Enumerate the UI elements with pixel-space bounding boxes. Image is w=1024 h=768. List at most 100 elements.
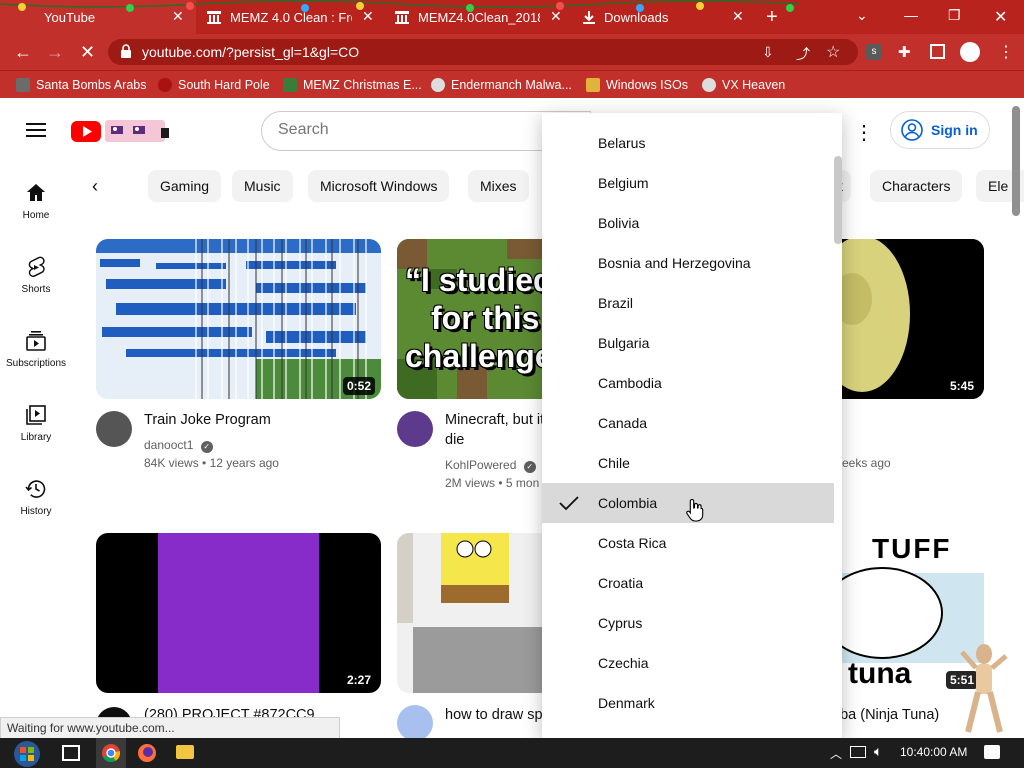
country-option[interactable]: Bulgaria [542, 323, 834, 363]
country-option[interactable]: Belarus [542, 123, 834, 163]
settings-kebab-icon[interactable]: ⋮ [854, 120, 874, 145]
lock-icon[interactable] [120, 44, 132, 58]
home-icon [25, 182, 47, 204]
forward-icon[interactable]: → [46, 42, 64, 63]
bookmark-item[interactable]: MEMZ Christmas E... [283, 71, 422, 99]
minimize-icon[interactable]: — [904, 7, 918, 23]
hand-pointer-cursor-icon [686, 498, 704, 522]
chips-left-arrow-icon[interactable]: ‹ [92, 176, 98, 197]
country-option[interactable]: Bosnia and Herzegovina [542, 243, 834, 283]
back-icon[interactable]: ← [14, 42, 32, 63]
country-option[interactable]: Brazil [542, 283, 834, 323]
video-thumbnail[interactable]: 2:27 [96, 533, 381, 693]
task-view-icon[interactable] [62, 745, 80, 761]
country-option[interactable]: Belgium [542, 163, 834, 203]
chip-music[interactable]: Music [232, 170, 293, 202]
chip-mixes[interactable]: Mixes [468, 170, 529, 202]
bookmark-item[interactable]: Endermanch Malwa... [431, 71, 572, 99]
extension-s-icon[interactable]: s [866, 44, 882, 60]
chip-microsoft-windows[interactable]: Microsoft Windows [308, 170, 450, 202]
restore-icon[interactable]: ❐ [948, 7, 961, 24]
tray-chevron-icon[interactable]: ︿ [830, 745, 842, 762]
sidebar-item-library[interactable]: Library [0, 398, 72, 472]
history-icon [25, 478, 47, 500]
bookmark-item[interactable]: Santa Bombs Arabs [16, 71, 146, 99]
country-option[interactable]: Cambodia [542, 363, 834, 403]
sidebar-item-subscriptions[interactable]: Subscriptions [0, 324, 72, 398]
country-option[interactable]: Czechia [542, 643, 834, 683]
video-title[interactable]: (280) PROJECT #872CC9 [144, 705, 344, 717]
side-panel-icon[interactable] [930, 44, 945, 59]
close-window-icon[interactable]: ✕ [994, 7, 1007, 27]
start-button-icon[interactable] [10, 740, 44, 768]
chip-characters[interactable]: Characters [870, 170, 963, 202]
sidebar-item-label: Home [22, 210, 50, 221]
video-meta: 2M views • 5 mon [445, 476, 540, 490]
sign-in-button[interactable]: Sign in [890, 111, 990, 149]
thumbnail-caption: “I studied for this challenge [405, 262, 543, 374]
tab-strip: YouTube ✕ MEMZ 4.0 Clean : Free ✕ MEMZ4.… [0, 0, 1024, 34]
country-option[interactable]: Chile [542, 443, 834, 483]
stop-icon[interactable]: ✕ [80, 42, 95, 63]
network-icon[interactable] [850, 746, 866, 758]
verified-icon: ✓ [523, 461, 536, 473]
chrome-taskbar-button[interactable] [96, 738, 126, 768]
hamburger-menu-icon[interactable] [26, 122, 46, 138]
volume-icon[interactable]: 🔈︎ [874, 743, 882, 760]
dropdown-scrollbar-thumb[interactable] [834, 156, 842, 244]
chip-gaming[interactable]: Gaming [148, 170, 222, 202]
status-bar: Waiting for www.youtube.com... [0, 717, 340, 739]
file-explorer-icon[interactable] [176, 745, 194, 759]
video-thumbnail[interactable]: 5:45 [842, 239, 984, 399]
video-title[interactable]: how to draw spo [445, 705, 542, 725]
channel-name[interactable]: KohlPowered ✓ [445, 456, 536, 474]
video-duration: 5:45 [945, 377, 978, 395]
channel-avatar[interactable] [397, 411, 433, 447]
country-option[interactable]: Bolivia [542, 203, 834, 243]
profile-icon[interactable] [960, 42, 980, 62]
country-option[interactable]: Costa Rica [542, 523, 834, 563]
country-option[interactable]: Cyprus [542, 603, 834, 643]
bookmark-star-icon[interactable]: ☆ [826, 42, 840, 62]
page-scrollbar-thumb[interactable] [1012, 106, 1020, 216]
bookmark-favicon-icon [702, 78, 716, 92]
youtube-logo[interactable] [71, 118, 171, 144]
bookmark-item[interactable]: South Hard Pole [158, 71, 270, 99]
bookmark-item[interactable]: VX Heaven [702, 71, 785, 99]
video-thumbnail[interactable]: “I studied for this challenge [397, 239, 543, 399]
channel-avatar[interactable] [96, 411, 132, 447]
tab-search-icon[interactable]: ⌄ [856, 7, 868, 24]
country-option[interactable]: Denmark [542, 683, 834, 723]
install-icon[interactable]: ⇩ [762, 44, 774, 61]
channel-avatar[interactable] [397, 705, 433, 741]
christmas-lights-decoration [0, 0, 800, 12]
sidebar-item-home[interactable]: Home [0, 176, 72, 250]
sidebar-item-history[interactable]: History [0, 472, 72, 546]
video-title[interactable]: Train Joke Program [144, 410, 364, 430]
video-thumbnail[interactable]: 0:52 [96, 239, 381, 399]
taskbar-clock[interactable]: 10:40:00 AM [900, 745, 967, 759]
bookmark-label: Santa Bombs Arabs [36, 78, 147, 92]
sidebar-item-label: Library [20, 432, 52, 443]
country-option[interactable]: Croatia [542, 563, 834, 603]
country-option[interactable]: Canada [542, 403, 834, 443]
video-title[interactable]: Minecraft, but it die [445, 410, 542, 450]
sidebar-item-shorts[interactable]: Shorts [0, 250, 72, 324]
shorts-icon [25, 256, 47, 278]
share-icon[interactable]: ⤴ [796, 44, 810, 64]
firefox-icon[interactable] [136, 742, 158, 764]
thumbnail-caption: tuna [848, 657, 912, 690]
bookmark-label: South Hard Pole [178, 78, 270, 92]
search-input[interactable] [278, 121, 518, 139]
sidebar-item-label: Shorts [21, 284, 51, 295]
menu-kebab-icon[interactable]: ⋮ [998, 42, 1014, 62]
bookmark-favicon-icon [586, 78, 600, 92]
video-thumbnail[interactable] [397, 533, 543, 693]
bookmark-favicon-icon [16, 78, 30, 92]
channel-name[interactable]: danooct1 ✓ [144, 436, 213, 454]
url-text[interactable]: youtube.com/?persist_gl=1&gl=CO [142, 44, 359, 60]
notifications-icon[interactable] [984, 745, 1000, 759]
extensions-puzzle-icon[interactable]: ✚ [898, 43, 911, 61]
bookmark-item[interactable]: Windows ISOs [586, 71, 688, 99]
dancing-sprite-overlay [958, 642, 1010, 738]
